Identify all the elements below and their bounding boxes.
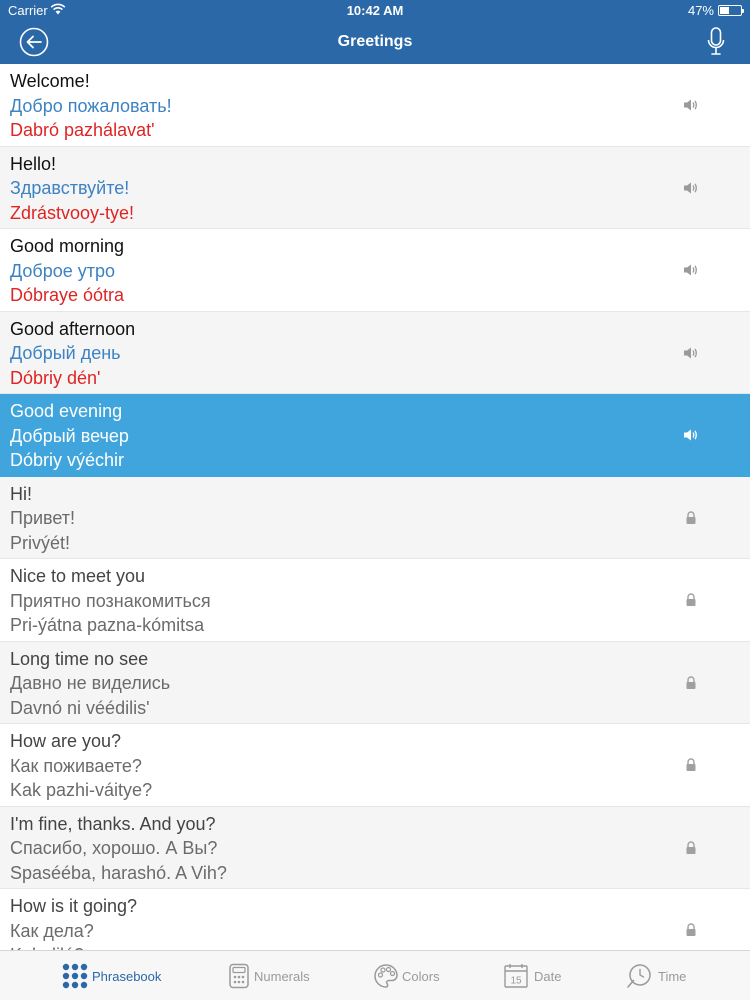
phrase-text: Good morning Доброе утро Dóbraye óótra [10, 234, 124, 308]
phrase-english: Hi! [10, 483, 32, 504]
phrase-transliteration: Dóbriy dén' [10, 367, 101, 388]
lock-icon [682, 839, 700, 857]
phrase-english: Nice to meet you [10, 566, 146, 586]
phrase-russian: Привет! [10, 508, 76, 528]
clock-time: 10:42 AM [346, 3, 404, 18]
clock-icon [626, 963, 652, 989]
phrase-row[interactable]: Good afternoon Добрый день Dóbriy dén' [0, 311, 750, 394]
phrase-transliteration: Pri-ýátna pazna-kómitsa [10, 615, 205, 635]
phrase-list[interactable]: Welcome! Добро пожаловать! Dabró pazhálava… [0, 64, 750, 950]
calendar-icon: 15 [503, 963, 529, 989]
palette-icon [373, 963, 399, 989]
phrase-text: Welcome! Добро пожаловать! Dabró pazhálava… [10, 69, 172, 143]
phrase-row[interactable]: Hello! Здравствуйте! Zdrástvooy-tye! [0, 146, 750, 229]
phrase-russian: Как поживаете? [10, 755, 142, 776]
phrase-russian: Добрый день [10, 343, 121, 363]
phrase-row[interactable]: Nice to meet you Приятно познакомиться Pri… [0, 559, 750, 642]
battery-percent: 47% [687, 3, 714, 18]
phrase-text: How are you? Как поживаете? Kak pazhi-váit… [10, 729, 152, 803]
phrase-transliteration: Privýét! [10, 532, 71, 553]
phrase-row[interactable]: Long time no see Давно не виделись Davnó n… [0, 641, 750, 724]
phrase-text: Nice to meet you Приятно познакомиться Pri… [10, 564, 211, 638]
phrase-russian: Добрый вечер [10, 425, 129, 446]
phrase-text: Hi! Привет! Privýét! [10, 482, 75, 556]
phrase-transliteration: Kak pazhi-váitye? [10, 780, 153, 800]
phrase-english: Good morning [10, 236, 125, 256]
speaker-icon[interactable] [682, 179, 700, 197]
tab-label: Colors [402, 969, 440, 984]
tab-label: Date [534, 969, 562, 984]
tab-label: Time [658, 969, 687, 984]
phrase-english: Hello! [10, 153, 57, 174]
tab-bar: Phrasebook Numerals Colors 15 Date Time [0, 950, 750, 1000]
lock-icon [682, 591, 700, 609]
tab-label: Phrasebook [92, 969, 162, 984]
phrase-english: Long time no see [10, 648, 149, 669]
phrase-russian: Доброе утро [10, 260, 116, 281]
status-bar: Carrier 10:42 AM 47% [0, 0, 750, 22]
phrase-english: How are you? [10, 731, 122, 751]
phrase-text: Hello! Здравствуйте! Zdrástvooy-tye! [10, 152, 134, 226]
phrase-row[interactable]: How is it going? Как дела? Kak diló? [0, 889, 750, 950]
lock-icon [682, 921, 700, 939]
speaker-icon[interactable] [682, 426, 700, 444]
phrase-transliteration: Dóbriy výéchir [10, 450, 125, 470]
lock-icon [682, 756, 700, 774]
phrase-transliteration: Kak diló? [10, 943, 137, 950]
phrase-row[interactable]: Good morning Доброе утро Dóbraye óótra [0, 229, 750, 312]
tab-label: Numerals [254, 969, 310, 984]
phrase-english: How is it going? [10, 896, 138, 916]
phrase-row[interactable]: Hi! Привет! Privýét! [0, 476, 750, 559]
phrase-russian: Приятно познакомиться [10, 590, 211, 611]
svg-text:15: 15 [510, 976, 522, 987]
speaker-icon[interactable] [682, 96, 700, 114]
phrase-row[interactable]: How are you? Как поживаете? Kak pazhi-váit… [0, 724, 750, 807]
phrase-transliteration: Davnó ni véédilis' [10, 697, 150, 718]
phrase-text: I'm fine, thanks. And you? Спасибо, хорош… [10, 812, 227, 886]
phrase-russian: Добро пожаловать! [10, 95, 172, 116]
phrase-transliteration: Dóbraye óótra [10, 285, 125, 305]
phrase-transliteration: Zdrástvooy-tye! [10, 202, 135, 223]
microphone-button[interactable] [706, 26, 726, 58]
phrase-text: Good afternoon Добрый день Dóbriy dén' [10, 317, 135, 391]
battery-icon [718, 5, 744, 16]
phrasebook-grid-icon [62, 963, 88, 989]
phrase-english: I'm fine, thanks. And you? [10, 813, 216, 834]
speaker-icon[interactable] [682, 344, 700, 362]
phrase-russian: Давно не виделись [10, 673, 171, 693]
phrase-text: How is it going? Как дела? Kak diló? [10, 894, 137, 950]
phrase-transliteration: Spaséé­ba, harashó. A Vih? [10, 862, 227, 883]
phrase-row[interactable]: I'm fine, thanks. And you? Спасибо, хорош… [0, 806, 750, 889]
phrase-english: Welcome! [10, 71, 90, 91]
phrase-russian: Здравствуйте! [10, 178, 130, 198]
page-title: Greetings [337, 33, 413, 50]
phrase-russian: Как дела? [10, 920, 94, 941]
speaker-icon[interactable] [682, 261, 700, 279]
phrase-text: Long time no see Давно не виделись Davnó n… [10, 647, 170, 721]
navigation-bar: Greetings [0, 22, 750, 64]
phrase-english: Good afternoon [10, 318, 136, 339]
phrase-text: Good evening Добрый вечер Dóbriy výéchir [10, 399, 129, 473]
phrase-russian: Спасибо, хорошо. А Вы? [10, 838, 218, 858]
lock-icon [682, 509, 700, 527]
calculator-icon [226, 963, 252, 989]
phrase-row[interactable]: Welcome! Добро пожаловать! Dabró pazhálava… [0, 64, 750, 147]
phrase-english: Good evening [10, 401, 123, 421]
phrase-row[interactable]: Good evening Добрый вечер Dóbriy výéchir [0, 394, 750, 477]
phrase-transliteration: Dabró pazhálavat' [10, 120, 155, 140]
lock-icon [682, 674, 700, 692]
